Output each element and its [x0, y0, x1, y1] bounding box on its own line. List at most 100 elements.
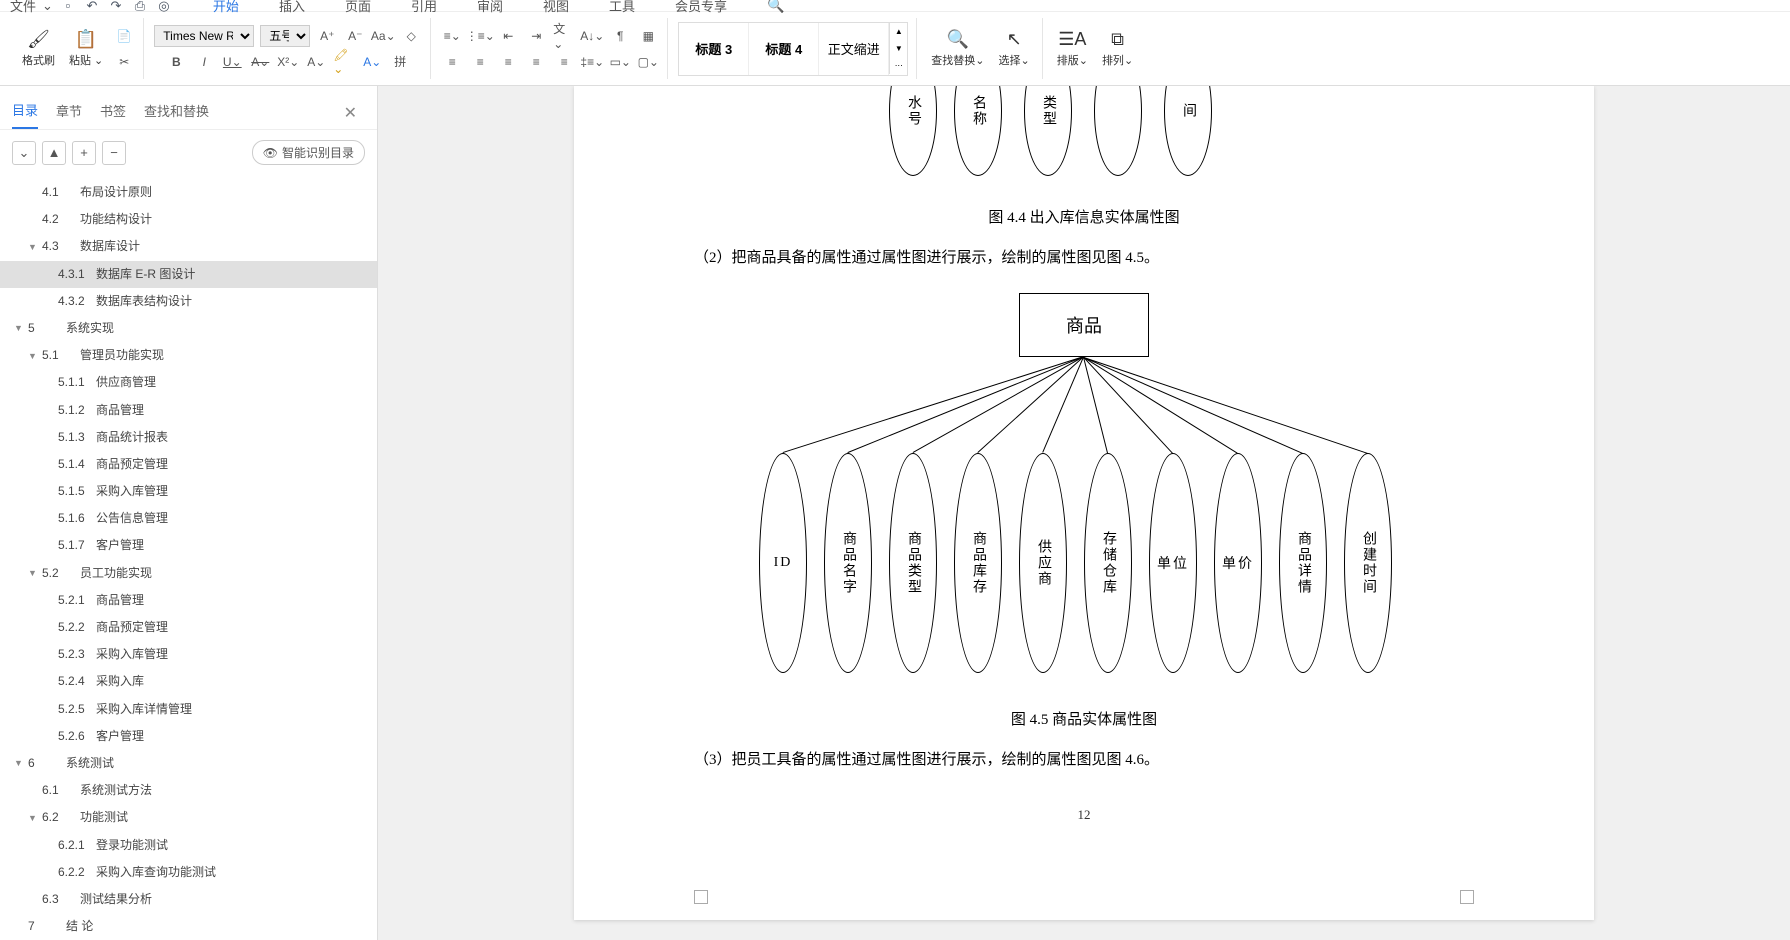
toc-item[interactable]: ▼6.2功能测试 [0, 804, 377, 831]
save-icon[interactable]: ▫ [59, 0, 77, 15]
tab-tools[interactable]: 工具 [609, 0, 635, 15]
undo-icon[interactable]: ↶ [83, 0, 101, 15]
toc-item[interactable]: 6.2.1登录功能测试 [0, 832, 377, 859]
phonetic-button[interactable]: 拼 [389, 51, 411, 73]
underline-button[interactable]: U⌄ [221, 51, 243, 73]
highlight-button[interactable]: 🖍⌄ [333, 51, 355, 73]
increase-font-icon[interactable]: A⁺ [316, 25, 338, 47]
toc-item[interactable]: 5.2.4采购入库 [0, 668, 377, 695]
strike-button[interactable]: A⌄ [249, 51, 271, 73]
sidebar-tab-bookmarks[interactable]: 书签 [100, 97, 126, 128]
toc-item[interactable]: 5.2.6客户管理 [0, 723, 377, 750]
toc-item[interactable]: 4.3.2数据库表结构设计 [0, 288, 377, 315]
find-replace-button[interactable]: 🔍 查找替换⌄ [927, 25, 988, 72]
search-icon[interactable]: 🔍 [767, 0, 784, 14]
change-case-icon[interactable]: Aa⌄ [372, 25, 394, 47]
font-color-button[interactable]: A⌄ [361, 51, 383, 73]
collapse-button[interactable]: ⌄ [12, 141, 36, 165]
style-down-icon[interactable]: ▼ [889, 40, 907, 57]
format-painter-button[interactable]: 🖌 格式刷 [18, 25, 59, 72]
tab-start[interactable]: 开始 [213, 0, 239, 15]
smart-toc-button[interactable]: 👁 智能识别目录 [252, 140, 365, 165]
toc-item[interactable]: 6.3测试结果分析 [0, 886, 377, 913]
toc-item[interactable]: 6.2.2采购入库查询功能测试 [0, 859, 377, 886]
toc-item[interactable]: 5.2.3采购入库管理 [0, 641, 377, 668]
align-left-icon[interactable]: ≡ [441, 51, 463, 73]
toc-item[interactable]: ▼5系统实现 [0, 315, 377, 342]
para-mark-icon[interactable]: ¶ [609, 25, 631, 47]
clear-format-icon[interactable]: ◇ [400, 25, 422, 47]
superscript-button[interactable]: X²⌄ [277, 51, 299, 73]
line-spacing-icon[interactable]: ‡≡⌄ [581, 51, 603, 73]
toc-item[interactable]: 5.2.5采购入库详情管理 [0, 696, 377, 723]
tab-reference[interactable]: 引用 [411, 0, 437, 15]
toc-item[interactable]: 5.1.1供应商管理 [0, 369, 377, 396]
toc-item[interactable]: 7结 论 [0, 913, 377, 940]
sort-icon[interactable]: A↓⌄ [581, 25, 603, 47]
style-heading3[interactable]: 标题 3 [679, 23, 749, 75]
shading-icon[interactable]: ▭⌄ [609, 51, 631, 73]
style-body-indent[interactable]: 正文缩进 [819, 23, 889, 75]
remove-button[interactable]: − [102, 141, 126, 165]
file-menu[interactable]: 文件 [10, 0, 36, 15]
toc-item[interactable]: ▼5.1管理员功能实现 [0, 342, 377, 369]
style-up-icon[interactable]: ▲ [889, 23, 907, 40]
tab-insert[interactable]: 插入 [279, 0, 305, 15]
layout-button[interactable]: ☰A 排版⌄ [1053, 25, 1092, 72]
toc-item[interactable]: ▼4.3数据库设计 [0, 233, 377, 260]
tab-review[interactable]: 审阅 [477, 0, 503, 15]
distribute-icon[interactable]: ≡ [553, 51, 575, 73]
style-gallery[interactable]: 标题 3 标题 4 正文缩进 ▲ ▼ ⋯ [678, 22, 908, 76]
toc-item[interactable]: 6.1系统测试方法 [0, 777, 377, 804]
copy-icon[interactable]: 📄 [113, 25, 135, 47]
add-button[interactable]: + [72, 141, 96, 165]
borders-icon[interactable]: ▦ [637, 25, 659, 47]
paste-button[interactable]: 📋 粘贴 ⌄ [65, 25, 107, 72]
tab-page[interactable]: 页面 [345, 0, 371, 15]
toc-item[interactable]: 4.3.1数据库 E-R 图设计 [0, 261, 377, 288]
align-center-icon[interactable]: ≡ [469, 51, 491, 73]
toc-item[interactable]: 5.1.3商品统计报表 [0, 424, 377, 451]
decrease-font-icon[interactable]: A⁻ [344, 25, 366, 47]
tab-view[interactable]: 视图 [543, 0, 569, 15]
close-icon[interactable]: ✕ [336, 99, 365, 127]
sidebar-tab-find[interactable]: 查找和替换 [144, 97, 209, 128]
toc-item[interactable]: 5.2.2商品预定管理 [0, 614, 377, 641]
cut-icon[interactable]: ✂ [113, 51, 135, 73]
text-direction-icon[interactable]: 文⌄ [553, 25, 575, 47]
font-size-select[interactable]: 五号 [260, 25, 310, 47]
toc-item[interactable]: 5.1.5采购入库管理 [0, 478, 377, 505]
style-more-icon[interactable]: ⋯ [889, 57, 907, 74]
toc-item[interactable]: 5.1.7客户管理 [0, 532, 377, 559]
toc-item[interactable]: ▼5.2员工功能实现 [0, 560, 377, 587]
bold-button[interactable]: B [165, 51, 187, 73]
number-list-icon[interactable]: ⋮≡⌄ [469, 25, 491, 47]
increase-indent-icon[interactable]: ⇥ [525, 25, 547, 47]
toc-item[interactable]: 5.2.1商品管理 [0, 587, 377, 614]
redo-icon[interactable]: ↷ [107, 0, 125, 15]
sidebar-tab-sections[interactable]: 章节 [56, 97, 82, 128]
promote-button[interactable]: ▲ [42, 141, 66, 165]
align-right-icon[interactable]: ≡ [497, 51, 519, 73]
toc-item[interactable]: 5.1.4商品预定管理 [0, 451, 377, 478]
toc-item[interactable]: 5.1.2商品管理 [0, 397, 377, 424]
style-heading4[interactable]: 标题 4 [749, 23, 819, 75]
toc-item[interactable]: 5.1.6公告信息管理 [0, 505, 377, 532]
justify-icon[interactable]: ≡ [525, 51, 547, 73]
tab-vip[interactable]: 会员专享 [675, 0, 727, 15]
italic-button[interactable]: I [193, 51, 215, 73]
toc-item[interactable]: 4.1布局设计原则 [0, 179, 377, 206]
print-icon[interactable]: ⎙ [131, 0, 149, 15]
toc-item[interactable]: 4.2功能结构设计 [0, 206, 377, 233]
toc-item[interactable]: ▼6系统测试 [0, 750, 377, 777]
bullet-list-icon[interactable]: ≡⌄ [441, 25, 463, 47]
font-name-select[interactable]: Times New Roma [154, 25, 254, 47]
document-area[interactable]: 水号名称类型间 图 4.4 出入库信息实体属性图 （2）把商品具备的属性通过属性… [378, 86, 1790, 940]
text-effects-button[interactable]: A⌄ [305, 51, 327, 73]
border-icon[interactable]: ▢⌄ [637, 51, 659, 73]
preview-icon[interactable]: ◎ [155, 0, 173, 15]
select-button[interactable]: ↖ 选择⌄ [995, 25, 1034, 72]
decrease-indent-icon[interactable]: ⇤ [497, 25, 519, 47]
sidebar-tab-toc[interactable]: 目录 [12, 96, 38, 129]
chevron-down-icon[interactable]: ⌄ [42, 0, 53, 14]
